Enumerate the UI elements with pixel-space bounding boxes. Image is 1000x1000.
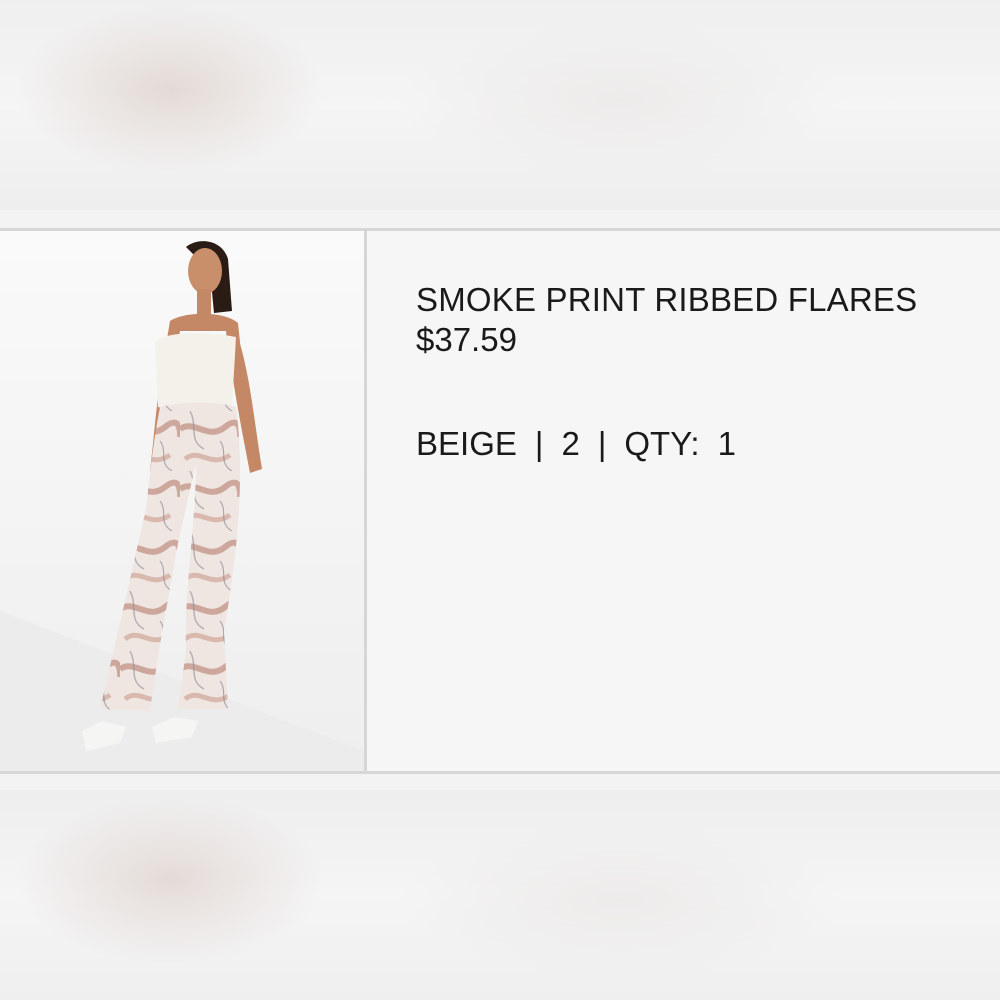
product-variant-row: BEIGE | 2 | QTY: 1 xyxy=(416,424,976,464)
product-title[interactable]: SMOKE PRINT RIBBED FLARES xyxy=(416,281,976,319)
color-value: BEIGE xyxy=(416,425,517,462)
separator: | xyxy=(534,425,544,462)
blurred-background-top xyxy=(0,0,1000,210)
separator: | xyxy=(597,425,607,462)
product-photo-icon xyxy=(0,231,364,771)
vertical-divider xyxy=(364,231,367,771)
size-value: 2 xyxy=(561,425,580,462)
page: SMOKE PRINT RIBBED FLARES $37.59 BEIGE | 2… xyxy=(0,0,1000,1000)
order-item-card: SMOKE PRINT RIBBED FLARES $37.59 BEIGE | 2… xyxy=(0,228,1000,774)
blurred-background-bottom xyxy=(0,790,1000,1000)
product-image[interactable] xyxy=(0,231,364,771)
qty-value: 1 xyxy=(717,425,736,462)
product-price: $37.59 xyxy=(416,321,517,358)
product-details: SMOKE PRINT RIBBED FLARES $37.59 BEIGE | 2… xyxy=(416,281,976,464)
qty-label: QTY: xyxy=(624,425,700,462)
